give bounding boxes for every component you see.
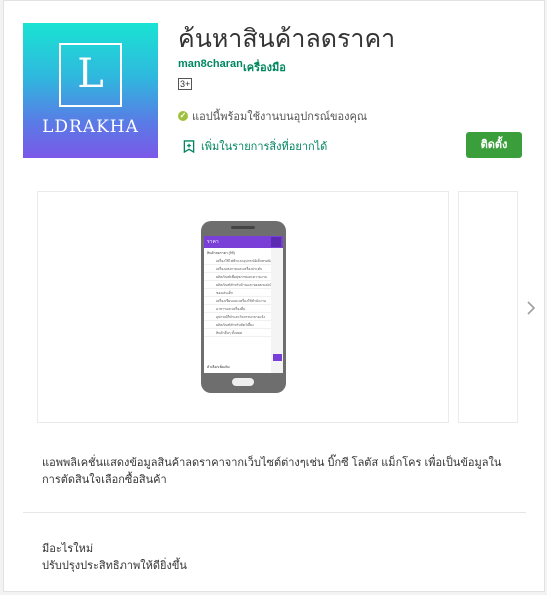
whats-new-heading: มีอะไรใหม่ [42, 543, 94, 555]
app-icon: L LDRAKHA [23, 23, 158, 158]
screen-footer-label: ตัวเลือกเพิ่มเติม [207, 365, 230, 369]
wishlist-button[interactable]: เพิ่มในรายการสิ่งที่อยากได้ [183, 137, 327, 155]
section-divider [23, 512, 526, 513]
check-circle-icon: ✓ [178, 111, 188, 121]
phone-mockup: ราคา สินค้าลดราคา (99) เครื่องใช้ไฟฟ้าแล… [201, 221, 286, 393]
app-details-card: L LDRAKHA ค้นหาสินค้าลดราคา man8charan เ… [3, 0, 545, 592]
screen-side-button [273, 354, 282, 361]
app-icon-frame: L [59, 43, 122, 107]
app-icon-brand: LDRAKHA [42, 117, 139, 137]
phone-screen: ราคา สินค้าลดราคา (99) เครื่องใช้ไฟฟ้าแล… [204, 236, 283, 373]
compatibility-text: แอปนี้พร้อมใช้งานบนอุปกรณ์ของคุณ [192, 111, 368, 123]
app-icon-letter: L [77, 51, 104, 97]
install-button[interactable]: ติดตั้ง [466, 132, 522, 158]
screenshot-2[interactable] [458, 191, 518, 423]
bookmark-add-icon [183, 139, 195, 153]
app-title: ค้นหาสินค้าลดราคา [178, 25, 396, 53]
chevron-right-icon[interactable] [525, 300, 537, 316]
app-description: แอพพลิเคชั่นแสดงข้อมูลสินค้าลดราคาจากเว็… [42, 457, 502, 486]
phone-speaker [231, 226, 255, 229]
wishlist-label: เพิ่มในรายการสิ่งที่อยากได้ [201, 141, 328, 153]
compatibility-notice: ✓ แอปนี้พร้อมใช้งานบนอุปกรณ์ของคุณ [178, 107, 367, 125]
content-rating-badge: 3+ [178, 78, 193, 90]
screen-app-bar-action [271, 237, 281, 247]
screenshot-1[interactable]: ราคา สินค้าลดราคา (99) เครื่องใช้ไฟฟ้าแล… [37, 191, 449, 423]
developer-link[interactable]: man8charan [178, 58, 243, 70]
whats-new-text: ปรับปรุงประสิทธิภาพให้ดียิ่งขึ้น [42, 560, 187, 572]
category-link[interactable]: เครื่องมือ [243, 58, 286, 76]
phone-home-button [232, 378, 254, 386]
